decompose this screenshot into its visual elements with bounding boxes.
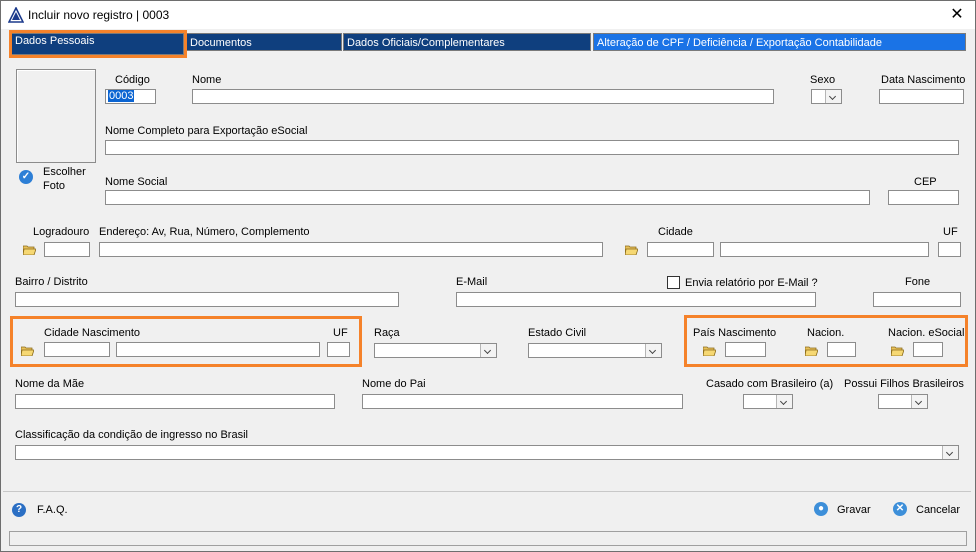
save-button[interactable]: Gravar [837, 504, 871, 516]
bairro-label: Bairro / Distrito [15, 276, 88, 288]
tab-alteracao-cpf[interactable]: Alteração de CPF / Deficiência / Exporta… [593, 33, 966, 51]
filhos-brasileiros-label: Possui Filhos Brasileiros [844, 378, 964, 390]
title-bar: Incluir novo registro | 0003 ✕ [1, 1, 975, 29]
tab-dados-oficiais[interactable]: Dados Oficiais/Complementares [343, 33, 591, 51]
pais-nascimento-field[interactable] [725, 342, 766, 357]
data-nascimento-field[interactable] [879, 89, 964, 104]
sexo-label: Sexo [810, 74, 836, 86]
tab-label: Documentos [190, 37, 252, 49]
classificacao-label: Classificação da condição de ingresso no… [15, 429, 248, 441]
casado-brasileiro-select[interactable] [743, 394, 793, 409]
tab-documentos[interactable]: Documentos [186, 33, 342, 51]
chevron-down-icon[interactable] [776, 395, 792, 408]
raca-label: Raça [374, 327, 400, 339]
nome-pai-field[interactable] [362, 394, 683, 409]
cep-label: CEP [914, 176, 937, 188]
chevron-down-icon[interactable] [645, 344, 661, 357]
nome-pai-label: Nome do Pai [362, 378, 426, 390]
uf-nascimento-label: UF [333, 327, 348, 339]
window-title: Incluir novo registro | 0003 [28, 8, 170, 22]
envia-relatorio-label[interactable]: Envia relatório por E-Mail ? [685, 277, 818, 289]
nome-social-field[interactable] [105, 190, 870, 205]
close-icon[interactable]: ✕ [946, 5, 968, 25]
logradouro-label: Logradouro [33, 226, 90, 238]
sexo-select[interactable] [811, 89, 842, 104]
uf-label: UF [943, 226, 958, 238]
codigo-value: 0003 [108, 90, 135, 102]
email-field[interactable] [456, 292, 816, 307]
pais-nascimento-label: País Nascimento [693, 327, 777, 339]
estado-civil-label: Estado Civil [528, 327, 587, 339]
footer-divider [3, 491, 971, 492]
folder-icon[interactable] [703, 346, 716, 356]
chevron-down-icon[interactable] [825, 90, 841, 103]
chevron-down-icon[interactable] [911, 395, 927, 408]
save-icon[interactable]: ● [814, 502, 828, 516]
chevron-down-icon[interactable] [480, 344, 496, 357]
nacion-esocial-label: Nacion. eSocial [888, 327, 965, 339]
filhos-brasileiros-select[interactable] [878, 394, 928, 409]
photo-frame[interactable] [16, 69, 96, 163]
nacion-field[interactable] [827, 342, 856, 357]
codigo-label: Código [115, 74, 150, 86]
bairro-field[interactable] [15, 292, 399, 307]
email-label: E-Mail [456, 276, 488, 288]
folder-icon[interactable] [891, 346, 904, 356]
cidade-nascimento-code-field[interactable] [44, 342, 110, 357]
chevron-down-icon[interactable] [942, 446, 958, 459]
estado-civil-select[interactable] [528, 343, 662, 358]
nacion-esocial-field[interactable] [913, 342, 943, 357]
choose-photo-label-2[interactable]: Foto [43, 180, 65, 192]
nome-completo-label: Nome Completo para Exportação eSocial [105, 125, 308, 137]
nome-label: Nome [192, 74, 222, 86]
cep-field[interactable] [888, 190, 959, 205]
folder-icon[interactable] [21, 346, 34, 356]
folder-icon[interactable] [625, 245, 638, 255]
logradouro-field[interactable] [44, 242, 90, 257]
nacion-label: Nacion. [807, 327, 845, 339]
nome-social-label: Nome Social [105, 176, 168, 188]
folder-icon[interactable] [805, 346, 818, 356]
nome-mae-label: Nome da Mãe [15, 378, 85, 390]
status-bar [9, 531, 967, 546]
cidade-nascimento-field[interactable] [116, 342, 320, 357]
cancel-button[interactable]: Cancelar [916, 504, 960, 516]
nationality-highlight [684, 315, 968, 367]
data-nascimento-label: Data Nascimento [881, 74, 966, 86]
nome-field[interactable] [192, 89, 774, 104]
cidade-label: Cidade [658, 226, 693, 238]
help-icon[interactable]: ? [12, 503, 26, 517]
fone-field[interactable] [873, 292, 961, 307]
fone-label: Fone [905, 276, 931, 288]
codigo-field[interactable]: 0003 [105, 89, 156, 104]
cancel-icon[interactable]: ✕ [893, 502, 907, 516]
classificacao-select[interactable] [15, 445, 959, 460]
check-icon[interactable]: ✓ [19, 170, 33, 184]
uf-nascimento-field[interactable] [327, 342, 350, 357]
cidade-nascimento-label: Cidade Nascimento [44, 327, 140, 339]
tab-highlight [9, 30, 187, 58]
folder-icon[interactable] [23, 245, 36, 255]
cidade-field[interactable] [720, 242, 929, 257]
casado-brasileiro-label: Casado com Brasileiro (a) [706, 378, 834, 390]
choose-photo-label-1[interactable]: Escolher [43, 166, 86, 178]
nome-completo-field[interactable] [105, 140, 959, 155]
faq-link[interactable]: F.A.Q. [37, 504, 68, 516]
uf-field[interactable] [938, 242, 961, 257]
app-logo-icon [8, 7, 24, 23]
endereco-label: Endereço: Av, Rua, Número, Complemento [99, 226, 310, 238]
endereco-field[interactable] [99, 242, 603, 257]
tab-label: Alteração de CPF / Deficiência / Exporta… [597, 37, 882, 49]
tab-label: Dados Oficiais/Complementares [347, 37, 505, 49]
cidade-code-field[interactable] [647, 242, 714, 257]
envia-relatorio-checkbox[interactable] [667, 276, 680, 289]
nome-mae-field[interactable] [15, 394, 335, 409]
raca-select[interactable] [374, 343, 497, 358]
